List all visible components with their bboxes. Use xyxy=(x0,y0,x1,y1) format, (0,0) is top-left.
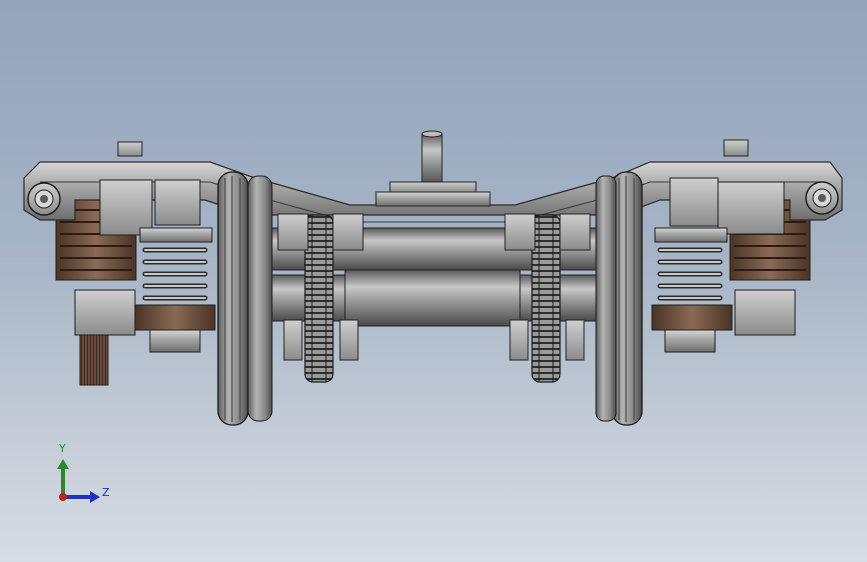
gear-right xyxy=(531,214,561,383)
z-axis-label: Z xyxy=(102,486,110,499)
end-eye-left xyxy=(27,182,61,216)
graphics-viewport[interactable]: Y Z xyxy=(0,0,867,562)
center-pivot xyxy=(375,130,491,207)
wheel-right xyxy=(595,171,643,426)
gear-left xyxy=(304,214,334,383)
bogie-model[interactable] xyxy=(0,0,867,562)
z-axis-head-icon xyxy=(90,491,100,503)
y-axis-label: Y xyxy=(59,442,66,455)
wheel-left xyxy=(217,171,273,426)
coordinate-triad[interactable] xyxy=(57,459,100,503)
end-eye-right xyxy=(805,181,839,215)
x-axis-origin-icon xyxy=(59,493,67,501)
y-axis-head-icon xyxy=(57,459,69,469)
